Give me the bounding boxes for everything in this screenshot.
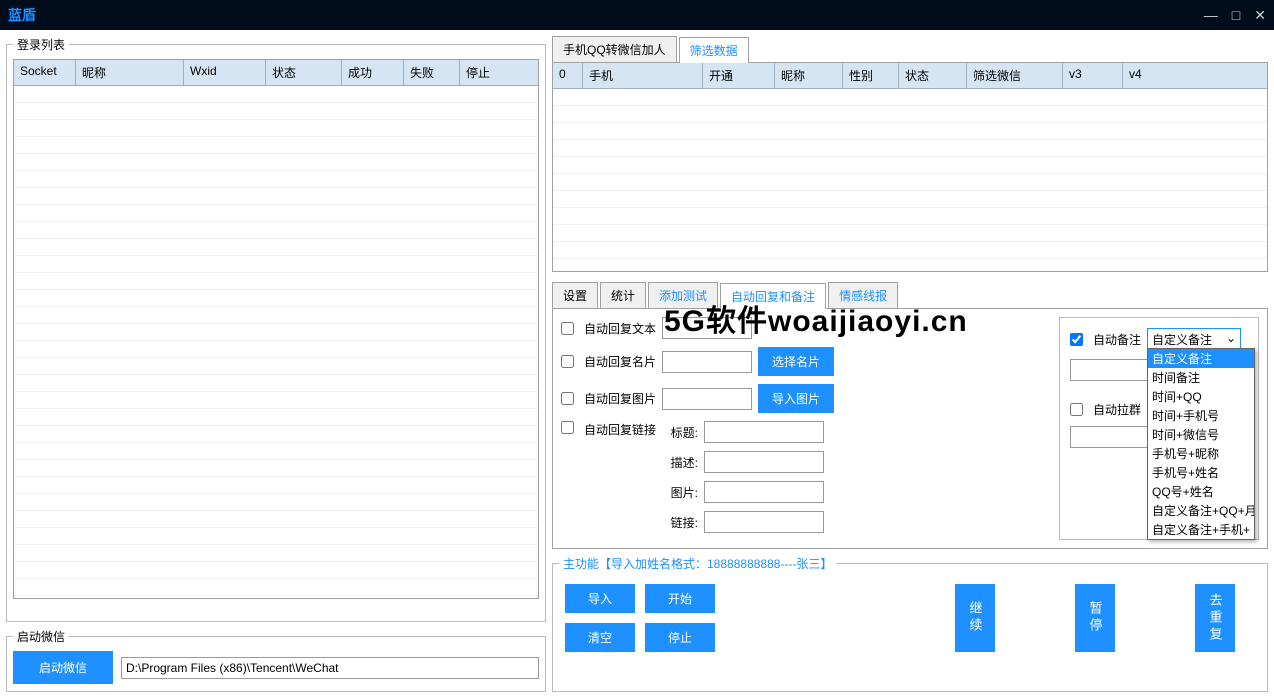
col-nick2[interactable]: 昵称 <box>775 63 843 88</box>
filter-table-header: 0 手机 开通 昵称 性别 状态 筛选微信 v3 v4 <box>553 63 1267 89</box>
lbl-desc: 描述: <box>662 454 698 471</box>
login-table-header: Socket 昵称 Wxid 状态 成功 失败 停止 <box>14 60 538 86</box>
filter-table: 0 手机 开通 昵称 性别 状态 筛选微信 v3 v4 <box>552 62 1268 272</box>
chk-auto-reply-link[interactable] <box>561 421 574 434</box>
tab-add-test[interactable]: 添加测试 <box>648 282 718 308</box>
wechat-path-input[interactable] <box>121 657 539 679</box>
btn-clear[interactable]: 清空 <box>565 623 635 652</box>
col-open[interactable]: 开通 <box>703 63 775 88</box>
lbl-auto-reply-image: 自动回复图片 <box>584 390 656 407</box>
mid-section: 设置 统计 添加测试 自动回复和备注 情感线报 自动回复文本 自动回复名片 选择… <box>552 282 1268 549</box>
remark-option[interactable]: 自定义备注+QQ+月 <box>1148 501 1254 520</box>
col-socket[interactable]: Socket <box>14 60 76 85</box>
col-status2[interactable]: 状态 <box>899 63 967 88</box>
window-controls: — □ ✕ <box>1204 7 1266 24</box>
input-auto-reply-card[interactable] <box>662 351 752 373</box>
start-wechat-legend: 启动微信 <box>13 628 69 645</box>
btn-choose-card[interactable]: 选择名片 <box>758 347 834 376</box>
col-filter-wx[interactable]: 筛选微信 <box>967 63 1063 88</box>
lbl-auto-reply-text: 自动回复文本 <box>584 320 656 337</box>
btn-stop[interactable]: 停止 <box>645 623 715 652</box>
input-link-url[interactable] <box>704 511 824 533</box>
lbl-pic: 图片: <box>662 484 698 501</box>
chk-auto-remark[interactable] <box>1070 333 1083 346</box>
col-nick[interactable]: 昵称 <box>76 60 184 85</box>
col-success[interactable]: 成功 <box>342 60 404 85</box>
input-auto-reply-text[interactable] <box>662 317 752 339</box>
lbl-auto-reply-card: 自动回复名片 <box>584 353 656 370</box>
lbl-title: 标题: <box>662 424 698 441</box>
close-icon[interactable]: ✕ <box>1254 7 1266 24</box>
tab-qq-to-wechat[interactable]: 手机QQ转微信加人 <box>552 36 677 62</box>
btn-import-image[interactable]: 导入图片 <box>758 384 834 413</box>
col-v4[interactable]: v4 <box>1123 63 1267 88</box>
remark-option[interactable]: 时间+微信号 <box>1148 425 1254 444</box>
login-list-legend: 登录列表 <box>13 36 69 53</box>
main-func-group: 主功能【导入加姓名格式：18888888888----张三】 导入 开始 清空 … <box>552 555 1268 692</box>
remark-option[interactable]: 自定义备注 <box>1148 349 1254 368</box>
tab-emotion[interactable]: 情感线报 <box>828 282 898 308</box>
btn-pause[interactable]: 暂停 <box>1075 584 1115 652</box>
input-link-desc[interactable] <box>704 451 824 473</box>
start-wechat-group: 启动微信 启动微信 <box>6 628 546 692</box>
remark-option[interactable]: 时间备注 <box>1148 368 1254 387</box>
col-gender[interactable]: 性别 <box>843 63 899 88</box>
col-phone[interactable]: 手机 <box>583 63 703 88</box>
app-title: 蓝盾 <box>8 5 36 25</box>
auto-reply-panel: 自动回复文本 自动回复名片 选择名片 自动回复图片 导入图片 自动回复 <box>552 309 1268 549</box>
col-fail[interactable]: 失败 <box>404 60 460 85</box>
remark-option[interactable]: 自定义备注+手机+ <box>1148 520 1254 539</box>
btn-continue[interactable]: 继续 <box>955 584 995 652</box>
top-section: 手机QQ转微信加人 筛选数据 0 手机 开通 昵称 性别 状态 筛选微信 v3 … <box>552 36 1268 272</box>
lbl-auto-pull: 自动拉群 <box>1093 401 1141 418</box>
input-auto-reply-image[interactable] <box>662 388 752 410</box>
login-table-body <box>14 86 538 596</box>
remark-dropdown[interactable]: 自定义备注 自定义备注时间备注时间+QQ时间+手机号时间+微信号手机号+昵称手机… <box>1147 328 1241 351</box>
remark-option[interactable]: 时间+QQ <box>1148 387 1254 406</box>
main-func-legend: 主功能【导入加姓名格式：18888888888----张三】 <box>559 555 836 572</box>
tab-stats[interactable]: 统计 <box>600 282 646 308</box>
filter-table-body <box>553 89 1267 272</box>
col-status[interactable]: 状态 <box>266 60 342 85</box>
lbl-link: 链接: <box>662 514 698 531</box>
tab-settings[interactable]: 设置 <box>552 282 598 308</box>
titlebar: 蓝盾 — □ ✕ <box>0 0 1274 30</box>
maximize-icon[interactable]: □ <box>1232 7 1240 24</box>
chk-auto-reply-text[interactable] <box>561 322 574 335</box>
col-0[interactable]: 0 <box>553 63 583 88</box>
col-stop[interactable]: 停止 <box>460 60 538 85</box>
input-link-pic[interactable] <box>704 481 824 503</box>
login-list-group: 登录列表 Socket 昵称 Wxid 状态 成功 失败 停止 <box>6 36 546 622</box>
chk-auto-pull[interactable] <box>1070 403 1083 416</box>
btn-import[interactable]: 导入 <box>565 584 635 613</box>
btn-dedup[interactable]: 去重复 <box>1195 584 1235 652</box>
chk-auto-reply-card[interactable] <box>561 355 574 368</box>
remark-option[interactable]: 手机号+姓名 <box>1148 463 1254 482</box>
chk-auto-reply-image[interactable] <box>561 392 574 405</box>
login-table: Socket 昵称 Wxid 状态 成功 失败 停止 <box>13 59 539 599</box>
col-wxid[interactable]: Wxid <box>184 60 266 85</box>
remark-option[interactable]: 手机号+昵称 <box>1148 444 1254 463</box>
col-v3[interactable]: v3 <box>1063 63 1123 88</box>
tab-filter-data[interactable]: 筛选数据 <box>679 37 749 63</box>
minimize-icon[interactable]: — <box>1204 7 1218 24</box>
remark-option[interactable]: QQ号+姓名 <box>1148 482 1254 501</box>
lbl-auto-remark: 自动备注 <box>1093 331 1141 348</box>
btn-start[interactable]: 开始 <box>645 584 715 613</box>
remark-options-list: 自定义备注时间备注时间+QQ时间+手机号时间+微信号手机号+昵称手机号+姓名QQ… <box>1147 348 1255 540</box>
input-link-title[interactable] <box>704 421 824 443</box>
tab-auto-reply[interactable]: 自动回复和备注 <box>720 283 826 309</box>
lbl-auto-reply-link: 自动回复链接 <box>584 421 656 438</box>
start-wechat-button[interactable]: 启动微信 <box>13 651 113 684</box>
remark-option[interactable]: 时间+手机号 <box>1148 406 1254 425</box>
